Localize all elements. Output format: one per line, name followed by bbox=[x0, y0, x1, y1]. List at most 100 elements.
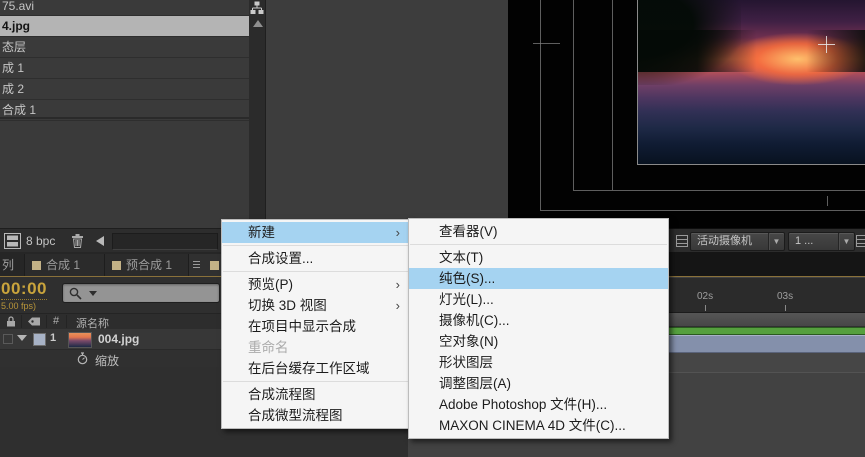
column-divider bbox=[66, 315, 67, 328]
camera-view-dropdown[interactable]: 活动摄像机 ▼ bbox=[690, 232, 785, 251]
guide-line bbox=[612, 0, 613, 190]
search-icon bbox=[69, 287, 82, 300]
tree-silhouette bbox=[638, 29, 865, 73]
tab-active-partial[interactable] bbox=[188, 254, 225, 276]
new-layer-submenu: 查看器(V) 文本(T) 纯色(S)... 灯光(L)... 摄像机(C)... 空对象(… bbox=[408, 218, 669, 439]
project-scrollbar[interactable] bbox=[249, 0, 266, 228]
search-options-arrow-icon[interactable] bbox=[89, 291, 97, 296]
project-panel: 75.avi 4.jpg 态层成 1成 2 合成 1 bbox=[0, 0, 249, 228]
submenu-item-label: MAXON CINEMA 4D 文件(C)... bbox=[439, 418, 626, 433]
tab-precomp-1[interactable]: 预合成 1 bbox=[104, 254, 189, 276]
ruler-tick bbox=[705, 305, 706, 311]
context-menu-item-label: 在项目中显示合成 bbox=[248, 319, 356, 334]
context-menu-item-label: 预览(P) bbox=[248, 277, 293, 292]
layer-index: 1 bbox=[50, 332, 57, 344]
layer-color-swatch[interactable] bbox=[33, 333, 46, 346]
ruler-tick bbox=[785, 305, 786, 311]
context-menu-item-label: 合成微型流程图 bbox=[248, 408, 343, 423]
layer-toggle-box[interactable] bbox=[3, 334, 13, 344]
after-effects-window: 75.avi 4.jpg 态层成 1成 2 合成 1 活动摄像机 ▼ 1 ...… bbox=[0, 0, 865, 457]
submenu-item[interactable]: 灯光(L)... bbox=[409, 289, 668, 310]
submenu-item-label: 纯色(S)... bbox=[439, 271, 496, 286]
dropdown-arrow-icon[interactable]: ▼ bbox=[838, 233, 854, 250]
context-menu-item[interactable]: 在项目中显示合成 bbox=[222, 316, 409, 337]
submenu-item[interactable]: MAXON CINEMA 4D 文件(C)... bbox=[409, 415, 668, 436]
bit-depth-label[interactable]: 8 bpc bbox=[26, 234, 55, 248]
project-panel-empty-area bbox=[266, 0, 508, 228]
context-menu-item-label: 重命名 bbox=[248, 340, 289, 355]
layer-thumbnail bbox=[68, 332, 92, 348]
trash-icon[interactable] bbox=[71, 233, 84, 248]
project-item[interactable]: 成 1 bbox=[0, 58, 249, 79]
film-icon[interactable] bbox=[4, 233, 21, 249]
context-menu-item[interactable]: 预览(P) › bbox=[222, 274, 409, 295]
composition-square-icon bbox=[210, 261, 220, 270]
submenu-item[interactable]: 形状图层 bbox=[409, 352, 668, 373]
submenu-arrow-icon: › bbox=[395, 298, 400, 313]
layer-name[interactable]: 004.jpg bbox=[98, 332, 139, 346]
tab-render-queue-fragment[interactable]: 列 bbox=[2, 256, 14, 273]
lock-icon bbox=[7, 316, 15, 327]
submenu-arrow-icon: › bbox=[395, 277, 400, 292]
camera-view-label: 活动摄像机 bbox=[697, 235, 752, 247]
context-menu-item-label: 在后台缓存工作区域 bbox=[248, 361, 370, 376]
project-item-list: 75.avi 4.jpg 态层成 1成 2 合成 1 bbox=[0, 0, 249, 121]
column-divider bbox=[46, 315, 47, 328]
context-menu-item[interactable]: 合成微型流程图 bbox=[222, 405, 409, 426]
submenu-item[interactable]: 文本(T) bbox=[409, 247, 668, 268]
context-menu-item-label: 切换 3D 视图 bbox=[248, 298, 327, 313]
flowchart-icon[interactable] bbox=[250, 1, 264, 15]
layer-expander-arrow-icon[interactable] bbox=[17, 335, 27, 341]
guide-line bbox=[573, 190, 865, 191]
frame-rate-label: 5.00 fps) bbox=[1, 301, 37, 311]
submenu-item-label: 形状图层 bbox=[439, 355, 493, 370]
sunset-lake-image bbox=[637, 0, 865, 165]
ruler-label: 03s bbox=[777, 291, 794, 302]
project-item[interactable]: 成 2 bbox=[0, 79, 249, 100]
context-menu-item-label: 合成流程图 bbox=[248, 387, 316, 402]
project-list-end-divider bbox=[0, 117, 249, 119]
submenu-item-label: Adobe Photoshop 文件(H)... bbox=[439, 397, 608, 412]
panel-menu-icon bbox=[193, 261, 200, 270]
composition-square-icon bbox=[32, 261, 41, 270]
guide-line bbox=[573, 0, 574, 190]
context-menu-item-label: 合成设置... bbox=[248, 251, 314, 266]
timeline-search-input[interactable] bbox=[62, 283, 220, 303]
view-layout-label: 1 ... bbox=[795, 235, 814, 247]
column-hash: # bbox=[53, 315, 60, 327]
submenu-item[interactable]: 查看器(V) bbox=[409, 221, 668, 242]
view-layout-dropdown[interactable]: 1 ... ▼ bbox=[788, 232, 855, 251]
submenu-item-label: 摄像机(C)... bbox=[439, 313, 510, 328]
context-menu: 新建 › 合成设置... 预览(P) › 切换 3D 视图 › 在项目中显示合成 重命名在后台缓… bbox=[221, 219, 410, 429]
project-item[interactable]: 4.jpg bbox=[0, 16, 249, 37]
submenu-item-label: 调整图层(A) bbox=[439, 376, 511, 391]
dropdown-arrow-icon[interactable]: ▼ bbox=[768, 233, 784, 250]
submenu-item[interactable]: Adobe Photoshop 文件(H)... bbox=[409, 394, 668, 415]
context-menu-item[interactable]: 切换 3D 视图 › bbox=[222, 295, 409, 316]
submenu-item[interactable]: 调整图层(A) bbox=[409, 373, 668, 394]
guide-line bbox=[540, 0, 541, 210]
stopwatch-icon[interactable] bbox=[77, 352, 88, 365]
submenu-item[interactable]: 纯色(S)... bbox=[409, 268, 668, 289]
context-menu-item[interactable]: 合成设置... bbox=[222, 248, 409, 269]
composition-viewer[interactable] bbox=[508, 0, 865, 228]
guide-line bbox=[540, 210, 865, 211]
ruler-label: 02s bbox=[697, 291, 714, 302]
submenu-item[interactable]: 空对象(N) bbox=[409, 331, 668, 352]
scroll-up-icon[interactable] bbox=[253, 20, 263, 27]
tab-label: 合成 1 bbox=[46, 258, 81, 272]
project-item[interactable]: 75.avi bbox=[0, 0, 249, 16]
tab-comp-1[interactable]: 合成 1 bbox=[24, 254, 105, 276]
grid-icon[interactable] bbox=[856, 234, 865, 248]
grid-icon[interactable] bbox=[676, 234, 688, 248]
current-time-display[interactable]: 00:00 bbox=[1, 279, 47, 300]
tag-icon bbox=[28, 317, 40, 326]
project-item[interactable]: 态层 bbox=[0, 37, 249, 58]
context-menu-separator bbox=[223, 245, 408, 246]
context-menu-item[interactable]: 在后台缓存工作区域 bbox=[222, 358, 409, 379]
submenu-item[interactable]: 摄像机(C)... bbox=[409, 310, 668, 331]
back-arrow-icon[interactable] bbox=[96, 236, 104, 246]
property-name-scale[interactable]: 缩放 bbox=[95, 352, 119, 369]
context-menu-item[interactable]: 合成流程图 bbox=[222, 384, 409, 405]
context-menu-item[interactable]: 新建 › bbox=[222, 222, 409, 243]
